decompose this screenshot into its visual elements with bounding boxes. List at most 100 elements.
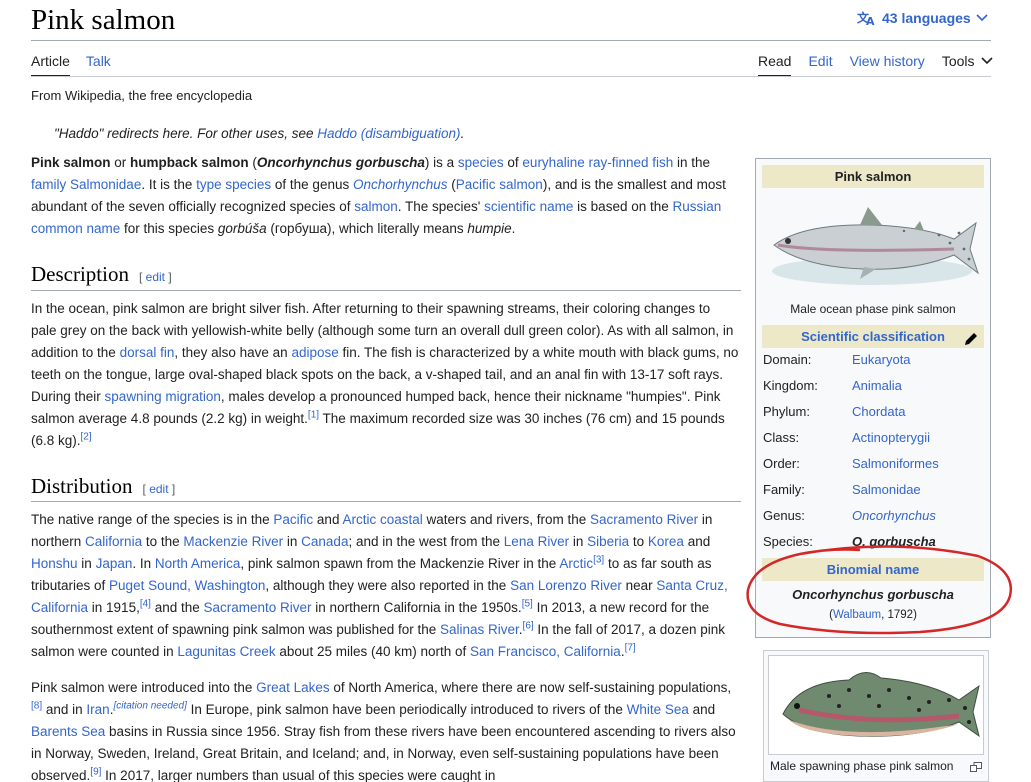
wiki-link[interactable]: White Sea (627, 702, 689, 717)
wiki-link[interactable]: Sacramento River (204, 600, 312, 615)
citation: [1] (308, 410, 319, 421)
wiki-link[interactable]: Onchorhynchus (353, 177, 448, 192)
citation-link[interactable]: [7] (625, 643, 636, 654)
wiki-link[interactable]: scientific name (484, 199, 573, 214)
wiki-link[interactable]: Lagunitas Creek (177, 644, 275, 659)
wiki-link[interactable]: North America (155, 556, 241, 571)
wiki-link[interactable]: Russian (673, 199, 722, 214)
wiki-link[interactable]: ray-finned fish (588, 155, 673, 170)
wiki-link[interactable]: Salmonidae (70, 177, 141, 192)
wiki-link[interactable]: family (31, 177, 66, 192)
text-run: The native range of the species is in th… (31, 512, 274, 527)
citation-link[interactable]: [4] (140, 599, 151, 610)
text-run: and in (42, 702, 87, 717)
taxonomy-value[interactable]: Actinopterygii (852, 430, 930, 445)
wiki-link[interactable]: Arctic (559, 556, 593, 571)
tab-talk[interactable]: Talk (86, 52, 111, 77)
wiki-link[interactable]: Arctic coastal (342, 512, 422, 527)
text-run: of the genus (271, 177, 353, 192)
pencil-icon[interactable] (964, 330, 978, 353)
taxonomy-value[interactable]: Eukaryota (852, 352, 911, 367)
wiki-link[interactable]: Japan (96, 556, 133, 571)
citation-link[interactable]: [8] (31, 701, 42, 712)
citation: [citation needed] (113, 701, 186, 712)
section-heading-description: Description [ edit ] (31, 262, 172, 287)
wiki-link[interactable]: San Francisco, California (470, 644, 621, 659)
tab-read[interactable]: Read (758, 52, 792, 77)
tab-article[interactable]: Article (31, 52, 70, 77)
text-run: . In (132, 556, 155, 571)
wiki-link[interactable]: Pacific salmon (456, 177, 543, 192)
citation-link[interactable]: [6] (523, 621, 534, 632)
text-run: , pink salmon spawn from the Mackenzie R… (240, 556, 560, 571)
text-run: humpie (467, 221, 512, 236)
citation-link[interactable]: [9] (90, 767, 101, 778)
wiki-link[interactable]: Puget Sound, Washington (109, 578, 265, 593)
fish-image-spawning-phase[interactable] (768, 655, 984, 755)
wiki-link[interactable]: Siberia (587, 534, 629, 549)
disambiguation-link[interactable]: Haddo (disambiguation) (317, 126, 460, 141)
wiki-link[interactable]: euryhaline (522, 155, 584, 170)
wiki-link[interactable]: Great Lakes (256, 680, 330, 695)
taxonomy-row: Phylum: Chordata (763, 404, 985, 419)
authority-link[interactable]: Walbaum (833, 609, 881, 621)
wiki-link[interactable]: species (458, 155, 504, 170)
text-run: ) is a (424, 155, 458, 170)
citation: [7] (625, 643, 636, 654)
wiki-link[interactable]: Salinas River (440, 622, 519, 637)
wiki-link[interactable]: Mackenzie River (183, 534, 283, 549)
citation-link[interactable]: [5] (522, 599, 533, 610)
wiki-link[interactable]: dorsal fin (120, 345, 175, 360)
language-button[interactable]: 文A 43 languages (857, 10, 988, 26)
taxonomy-row: Domain: Eukaryota (763, 352, 985, 367)
title-divider (31, 40, 991, 41)
text-run: . The species' (397, 199, 485, 214)
citation-link[interactable]: [1] (308, 410, 319, 421)
taxonomy-rank-label: Phylum: (763, 404, 810, 419)
wiki-link[interactable]: Sacramento River (590, 512, 698, 527)
wiki-link[interactable]: Iran (86, 702, 109, 717)
section-edit-link[interactable]: [ edit ] (139, 270, 172, 284)
wiki-link[interactable]: Lena River (504, 534, 569, 549)
wiki-link[interactable]: Pacific (273, 512, 313, 527)
taxonomy-value[interactable]: Animalia (852, 378, 902, 393)
wiki-link[interactable]: spawning migration (105, 389, 221, 404)
hatnote-suffix: . (460, 126, 465, 141)
taxonomy-value[interactable]: Salmonidae (852, 482, 921, 497)
translate-icon: 文A (857, 10, 877, 26)
wiki-link[interactable]: Barents Sea (31, 724, 105, 739)
taxonomy-row: Genus: Oncorhynchus (763, 508, 985, 523)
tab-edit[interactable]: Edit (808, 52, 832, 77)
taxonomy-row: Class: Actinopterygii (763, 430, 985, 445)
wiki-link[interactable]: salmon (354, 199, 398, 214)
wiki-link[interactable]: Korea (648, 534, 684, 549)
wiki-link[interactable]: adipose (291, 345, 338, 360)
section-edit-link[interactable]: [ edit ] (143, 482, 176, 496)
wiki-link[interactable]: Canada (301, 534, 348, 549)
taxonomy-value[interactable]: Salmoniformes (852, 456, 939, 471)
section-title: Description (31, 262, 129, 286)
taxonomy-value[interactable]: Oncorhynchus (852, 508, 936, 523)
text-run: to the (142, 534, 184, 549)
wiki-link[interactable]: common name (31, 221, 120, 236)
tools-menu[interactable]: Tools (942, 52, 993, 77)
edit-link-label: edit (149, 482, 169, 496)
wiki-link[interactable]: type species (196, 177, 271, 192)
citation-link[interactable]: [3] (593, 555, 604, 566)
citation-link[interactable]: [2] (81, 432, 92, 443)
tabs-divider (31, 76, 991, 77)
page-title: Pink salmon (31, 4, 176, 36)
fish-image-ocean-phase[interactable] (764, 193, 982, 297)
hatnote: "Haddo" redirects here. For other uses, … (54, 126, 464, 141)
citation-link[interactable]: [citation needed] (113, 701, 186, 712)
enlarge-icon[interactable] (970, 759, 982, 777)
wiki-link[interactable]: San Lorenzo River (510, 578, 622, 593)
taxonomy-value[interactable]: Chordata (852, 404, 905, 419)
text-run: of North America, where there are now se… (329, 680, 732, 695)
wiki-link[interactable]: Honshu (31, 556, 78, 571)
thumbnail-spawning-phase: Male spawning phase pink salmon (763, 650, 989, 782)
binomial-name-header[interactable]: Binomial name (762, 558, 984, 581)
scientific-classification-header[interactable]: Scientific classification (762, 325, 984, 348)
tab-view-history[interactable]: View history (850, 52, 925, 77)
wiki-link[interactable]: California (85, 534, 142, 549)
